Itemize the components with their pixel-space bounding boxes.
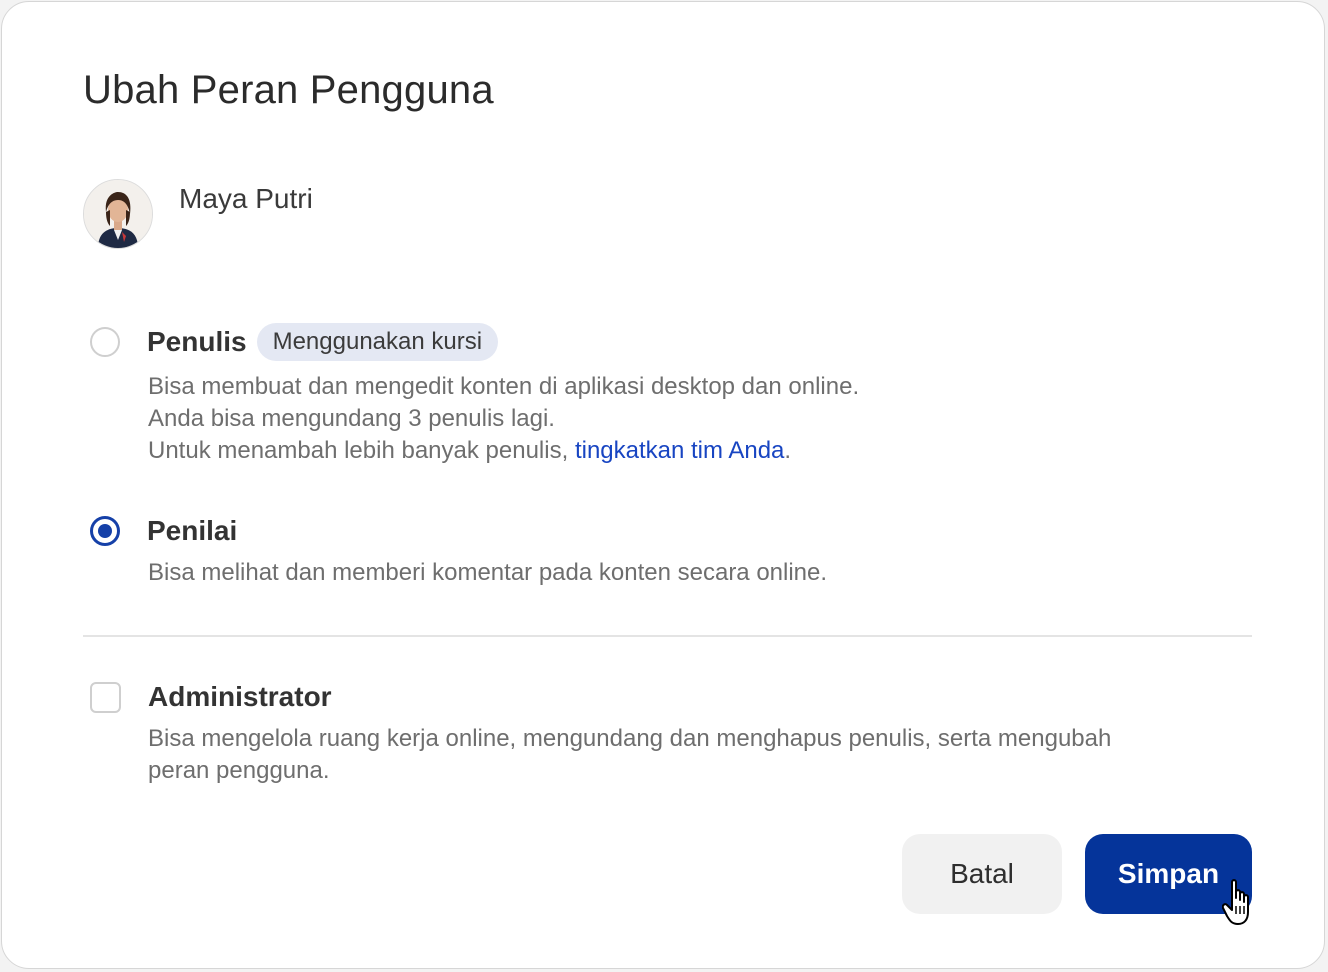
dialog-title: Ubah Peran Pengguna [83, 68, 494, 112]
admin-option[interactable]: Administrator Bisa mengelola ruang kerja… [90, 681, 1111, 787]
upgrade-team-link[interactable]: tingkatkan tim Anda [575, 437, 784, 464]
admin-checkbox[interactable] [90, 681, 121, 713]
desc-line: Untuk menambah lebih banyak penulis, tin… [148, 435, 859, 467]
change-role-dialog: Ubah Peran Pengguna Maya Putri Penulis M… [1, 1, 1325, 969]
desc-prefix: Untuk menambah lebih banyak penulis, [148, 437, 575, 464]
role-option-penilai[interactable]: Penilai Bisa melihat dan memberi komenta… [90, 515, 827, 589]
desc-line: Bisa membuat dan mengedit konten di apli… [148, 373, 860, 400]
role-desc-penilai: Bisa melihat dan memberi komentar pada k… [148, 559, 828, 586]
avatar [83, 179, 153, 249]
role-desc-penulis: Bisa membuat dan mengedit konten di apli… [148, 371, 859, 467]
cancel-button[interactable]: Batal [902, 834, 1062, 914]
desc-line: Bisa mengelola ruang kerja online, mengu… [148, 725, 1112, 752]
desc-line: peran pengguna. [148, 757, 330, 784]
radio-penilai[interactable] [90, 516, 120, 546]
desc-line: Anda bisa mengundang 3 penulis lagi. [148, 405, 555, 432]
hand-pointer-icon [1221, 878, 1258, 933]
role-label-penilai: Penilai [147, 515, 238, 546]
user-photo-icon [84, 180, 152, 248]
seat-badge: Menggunakan kursi [256, 323, 499, 361]
divider [83, 635, 1252, 637]
admin-desc: Bisa mengelola ruang kerja online, mengu… [148, 723, 1111, 787]
user-name: Maya Putri [179, 183, 313, 214]
admin-label: Administrator [148, 681, 332, 712]
radio-penulis[interactable] [90, 327, 120, 357]
desc-suffix: . [784, 437, 792, 464]
role-option-penulis[interactable]: Penulis Menggunakan kursi Bisa membuat d… [90, 323, 859, 467]
role-label-penulis: Penulis [147, 326, 247, 357]
user-row: Maya Putri [83, 179, 313, 249]
